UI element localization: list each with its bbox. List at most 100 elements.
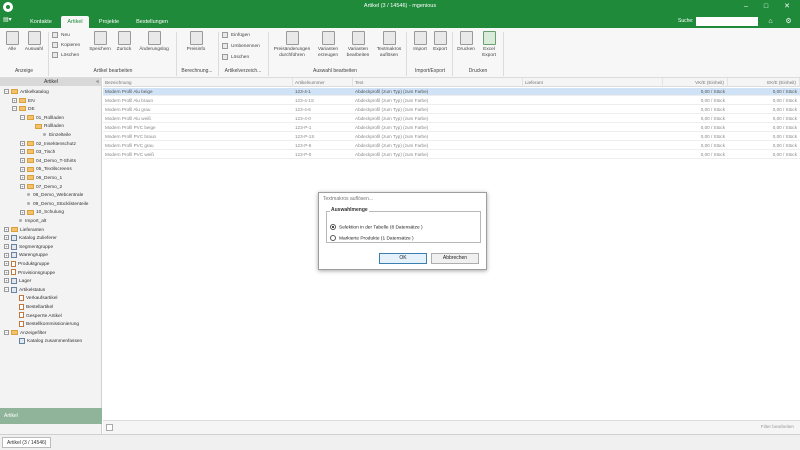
- tab-kontakte[interactable]: Kontakte: [26, 16, 56, 28]
- einfuegen-button[interactable]: Einfügen: [222, 31, 250, 40]
- expand-icon[interactable]: +: [4, 269, 9, 275]
- expand-icon[interactable]: +: [20, 140, 25, 146]
- radio-selection-table[interactable]: Selektion in der Tabelle (8 Datensätze ): [330, 224, 423, 231]
- folder-icon: [11, 226, 18, 232]
- export-icon: [433, 31, 447, 45]
- tree-node-label: Artikelkatalog: [20, 90, 49, 95]
- aenderungslog-button[interactable]: Änderungslog: [136, 31, 172, 53]
- tree-node-label: Bestellkommissionierung: [26, 322, 80, 328]
- expand-icon[interactable]: +: [20, 149, 25, 155]
- umbenennen-button[interactable]: Umbenennen: [222, 42, 260, 51]
- variants-edit-icon: [351, 31, 365, 45]
- tab-artikel[interactable]: Artikel: [61, 16, 89, 28]
- open-window-tab[interactable]: Artikel (3 / 14546): [2, 437, 52, 448]
- tab-bestellungen[interactable]: Bestellungen: [130, 16, 174, 28]
- table-row[interactable]: Modern Profil Alu beige 123-4-1 Abdeckprof…: [103, 88, 800, 96]
- filter-edit-link[interactable]: Filter bearbeiten: [761, 424, 794, 429]
- maximize-button[interactable]: □: [756, 1, 776, 13]
- table-row[interactable]: Modern Profil Alu braun 123-4-1S Abdeckpro…: [103, 97, 800, 105]
- tree-node-label: Katalog Zulieferer: [19, 236, 57, 242]
- box-icon: [11, 243, 17, 250]
- expand-icon[interactable]: +: [4, 235, 9, 241]
- column-header-artikelnummer[interactable]: Artikelnummer: [293, 78, 353, 87]
- collapse-icon[interactable]: −: [12, 106, 17, 112]
- expand-icon[interactable]: +: [4, 261, 9, 267]
- expand-icon[interactable]: +: [20, 158, 25, 164]
- settings-icon[interactable]: ⚙: [784, 17, 793, 26]
- column-header-vk[interactable]: VK/E (Einheit): [663, 78, 728, 87]
- auswahl-button[interactable]: Auswahl: [22, 31, 46, 53]
- tree-node-label: DE: [28, 107, 35, 113]
- table-cell-ek: 0,00 / Stück: [772, 143, 797, 148]
- folder-icon: [27, 149, 34, 155]
- table-row[interactable]: Modern Profil PVC grau 123-P-6 Abdeckprofi…: [103, 142, 800, 150]
- collapse-icon[interactable]: −: [4, 89, 9, 95]
- textmakros-button[interactable]: Textmakros auflösen: [374, 31, 404, 58]
- kopieren-label: Kopieren: [61, 43, 81, 48]
- verzeich-loeschen-label: Löschen: [231, 55, 250, 60]
- sidebar-footer[interactable]: Artikel: [0, 408, 102, 424]
- varianten-bearbeiten-button[interactable]: Varianten bearbeiten: [343, 31, 373, 58]
- kopieren-button[interactable]: Kopieren: [52, 41, 80, 50]
- expand-icon[interactable]: +: [20, 209, 25, 215]
- collapse-icon[interactable]: −: [4, 330, 9, 336]
- einfuegen-label: Einfügen: [231, 33, 250, 38]
- table-cell-name: Modern Profil Alu weiß: [105, 116, 151, 121]
- neu-button[interactable]: Neu: [52, 31, 70, 40]
- gift-icon[interactable]: ⌂: [766, 17, 775, 26]
- table-cell-vk: 0,00 / Stück: [700, 125, 725, 130]
- folder-icon: [27, 209, 34, 215]
- export-label: Export: [433, 47, 447, 52]
- collapse-icon[interactable]: −: [4, 287, 9, 293]
- collapse-icon[interactable]: −: [20, 115, 25, 121]
- verzeich-loeschen-button[interactable]: Löschen: [222, 53, 249, 62]
- loeschen-button[interactable]: Löschen: [52, 51, 79, 60]
- excel-label-1: Excel: [483, 47, 495, 52]
- expand-icon[interactable]: +: [20, 175, 25, 181]
- table-cell-vk: 0,00 / Stück: [700, 89, 725, 94]
- alle-button[interactable]: Alle: [3, 31, 21, 53]
- folder-icon: [11, 330, 18, 336]
- ok-button[interactable]: OK: [379, 253, 427, 264]
- loeschen-label: Löschen: [61, 53, 80, 58]
- varianten-erzeugen-button[interactable]: Varianten erzeugen: [314, 31, 342, 58]
- expand-icon[interactable]: +: [12, 97, 17, 103]
- expand-icon[interactable]: +: [20, 183, 25, 189]
- tab-projekte[interactable]: Projekte: [94, 16, 124, 28]
- excel-export-button[interactable]: Excel Export: [478, 31, 500, 58]
- column-header-text[interactable]: Text: [353, 78, 523, 87]
- drucken-button[interactable]: Drucken: [455, 31, 477, 53]
- auswahl-label: Auswahl: [24, 47, 44, 52]
- table-row[interactable]: Modern Profil PVC braun 123-P-1S Abdeckpro…: [103, 133, 800, 141]
- table-row[interactable]: Modern Profil Alu weiß 123-4-0 Abdeckprofi…: [103, 115, 800, 123]
- search-input[interactable]: [696, 17, 758, 26]
- table-row[interactable]: Modern Profil PVC beige 123-P-1 Abdeckprof…: [103, 124, 800, 132]
- cancel-button[interactable]: Abbrechen: [431, 253, 479, 264]
- export-button[interactable]: Export: [430, 31, 450, 53]
- import-button[interactable]: Import: [410, 31, 430, 53]
- group-artikel-bearbeiten-label: Artikel bearbeiten: [93, 68, 133, 74]
- table-row[interactable]: Modern Profil PVC weiß 123-P-0 Abdeckprofi…: [103, 151, 800, 159]
- save-icon: [93, 31, 107, 45]
- expand-icon[interactable]: +: [4, 244, 9, 250]
- filter-toggle-icon[interactable]: [106, 424, 113, 431]
- zurueck-button[interactable]: Zurück: [114, 31, 134, 53]
- expand-icon[interactable]: +: [4, 226, 9, 232]
- column-header-bezeichnung[interactable]: Bezeichnung: [103, 78, 293, 87]
- expand-icon[interactable]: +: [20, 166, 25, 172]
- preisaenderungen-button[interactable]: Preisänderungen durchführen: [272, 31, 312, 58]
- folder-icon: [27, 115, 34, 121]
- expand-icon[interactable]: +: [4, 252, 9, 258]
- collapse-icon[interactable]: «: [96, 78, 99, 86]
- close-button[interactable]: ✕: [777, 1, 797, 13]
- column-header-ek[interactable]: EK/E (Einheit): [728, 78, 800, 87]
- radio-marked-products[interactable]: Markierte Produkte (1 Datensätze ): [330, 235, 414, 242]
- preisinfo-button[interactable]: Preisinfo: [184, 31, 208, 53]
- speichern-button[interactable]: Speichern: [88, 31, 112, 53]
- minimize-button[interactable]: –: [736, 1, 756, 13]
- tree-node[interactable]: Katalog zusammenfassen: [12, 337, 82, 346]
- system-menu-icon[interactable]: ▤▾: [3, 16, 17, 26]
- table-row[interactable]: Modern Profil Alu grau 123-4-6 Abdeckprofi…: [103, 106, 800, 114]
- expand-icon[interactable]: +: [4, 278, 9, 284]
- column-header-lieferant[interactable]: Lieferant: [523, 78, 663, 87]
